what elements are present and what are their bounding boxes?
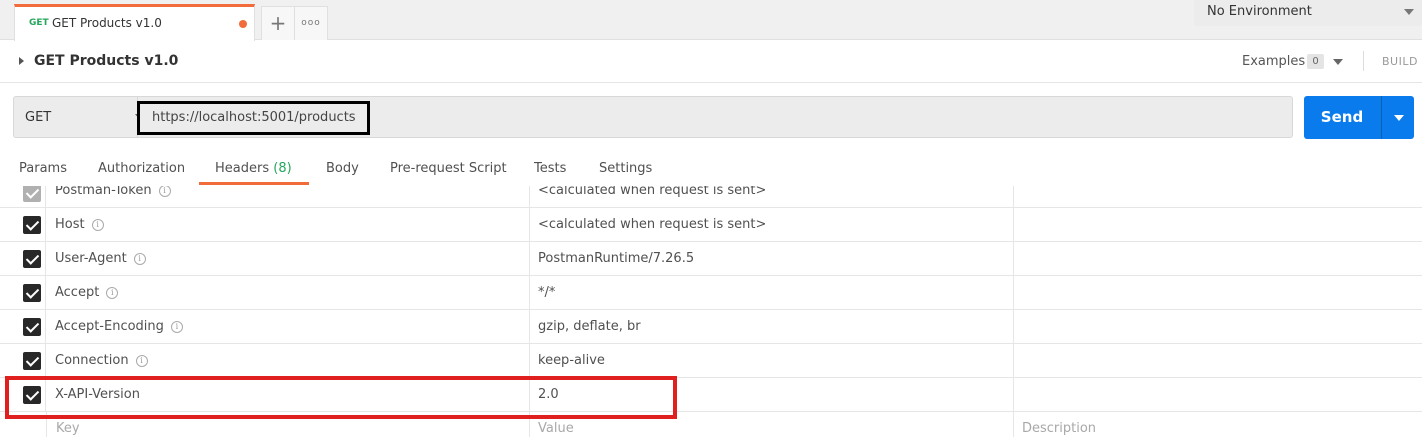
expand-caret-icon[interactable]: [19, 57, 24, 65]
send-options-icon[interactable]: [1394, 115, 1404, 121]
info-icon[interactable]: i: [135, 355, 148, 367]
build-button[interactable]: BUILD: [1382, 55, 1418, 68]
environment-select[interactable]: No Environment: [1194, 0, 1422, 26]
header-key: Accept i: [55, 285, 119, 300]
send-button[interactable]: Send: [1304, 96, 1414, 139]
unsaved-dot-icon: [239, 20, 247, 28]
tab-tests[interactable]: Tests: [534, 161, 566, 176]
examples-dropdown-icon[interactable]: [1333, 59, 1343, 65]
tab-body[interactable]: Body: [326, 161, 359, 176]
info-icon[interactable]: i: [158, 186, 171, 197]
method-select[interactable]: GET: [14, 97, 143, 137]
request-name-row: GET Products v1.0 Examples 0 BUILD: [0, 41, 1422, 83]
divider: [1363, 51, 1364, 71]
url-value: https://localhost:5001/products: [152, 110, 356, 125]
row-checkbox[interactable]: [23, 186, 41, 202]
send-divider: [1381, 96, 1382, 139]
header-value: <calculated when request is sent>: [538, 217, 767, 232]
row-checkbox[interactable]: [23, 352, 41, 370]
header-key: User-Agent i: [55, 251, 146, 266]
header-key: Accept-Encoding i: [55, 319, 183, 334]
header-value: */*: [538, 285, 556, 300]
row-checkbox[interactable]: [23, 318, 41, 336]
send-label: Send: [1320, 108, 1364, 126]
table-row: Postman-Token i <calculated when request …: [0, 186, 1422, 208]
tab-prerequest-script[interactable]: Pre-request Script: [390, 161, 507, 176]
table-row: Host i <calculated when request is sent>: [0, 208, 1422, 242]
header-value: gzip, deflate, br: [538, 319, 641, 334]
description-input[interactable]: Description: [1022, 421, 1096, 436]
row-checkbox[interactable]: [23, 216, 41, 234]
request-subtabs: Params Authorization Headers (8) Body Pr…: [0, 152, 1422, 186]
tab-headers[interactable]: Headers (8): [215, 161, 292, 176]
chevron-down-icon: [1404, 9, 1414, 15]
info-icon[interactable]: i: [91, 219, 104, 231]
method-value: GET: [25, 110, 52, 125]
info-icon[interactable]: i: [106, 287, 119, 299]
tab-headers-count: (8): [273, 161, 292, 176]
table-row: Connection i keep-alive: [0, 344, 1422, 378]
url-input[interactable]: https://localhost:5001/products: [137, 101, 370, 135]
header-key: Host i: [55, 217, 104, 232]
key-input[interactable]: Key: [56, 421, 80, 436]
request-title: GET Products v1.0: [34, 53, 179, 69]
value-input[interactable]: Value: [538, 421, 574, 436]
new-tab-button[interactable]: +: [261, 6, 295, 40]
active-tab-indicator: [199, 182, 309, 185]
row-checkbox[interactable]: [23, 284, 41, 302]
examples-count-badge: 0: [1307, 54, 1324, 69]
header-value: PostmanRuntime/7.26.5: [538, 251, 695, 266]
environment-label: No Environment: [1207, 4, 1312, 19]
highlight-box: [5, 376, 677, 419]
info-icon[interactable]: i: [133, 253, 146, 265]
header-key: Connection i: [55, 353, 148, 368]
examples-button[interactable]: Examples: [1242, 54, 1305, 69]
request-tab[interactable]: GET GET Products v1.0: [14, 4, 255, 41]
tab-method-badge: GET: [29, 18, 49, 28]
header-value: <calculated when request is sent>: [538, 186, 767, 198]
table-row: Accept-Encoding i gzip, deflate, br: [0, 310, 1422, 344]
row-checkbox[interactable]: [23, 250, 41, 268]
header-value: keep-alive: [538, 353, 605, 368]
table-row: Accept i */*: [0, 276, 1422, 310]
tab-title: GET Products v1.0: [52, 16, 162, 30]
table-row: User-Agent i PostmanRuntime/7.26.5: [0, 242, 1422, 276]
tab-authorization[interactable]: Authorization: [98, 161, 185, 176]
tab-headers-label: Headers: [215, 161, 270, 176]
tab-settings[interactable]: Settings: [599, 161, 652, 176]
tab-params[interactable]: Params: [19, 161, 67, 176]
info-icon[interactable]: i: [170, 321, 183, 333]
more-tabs-button[interactable]: ooo: [294, 6, 328, 40]
header-key: Postman-Token i: [55, 186, 171, 198]
